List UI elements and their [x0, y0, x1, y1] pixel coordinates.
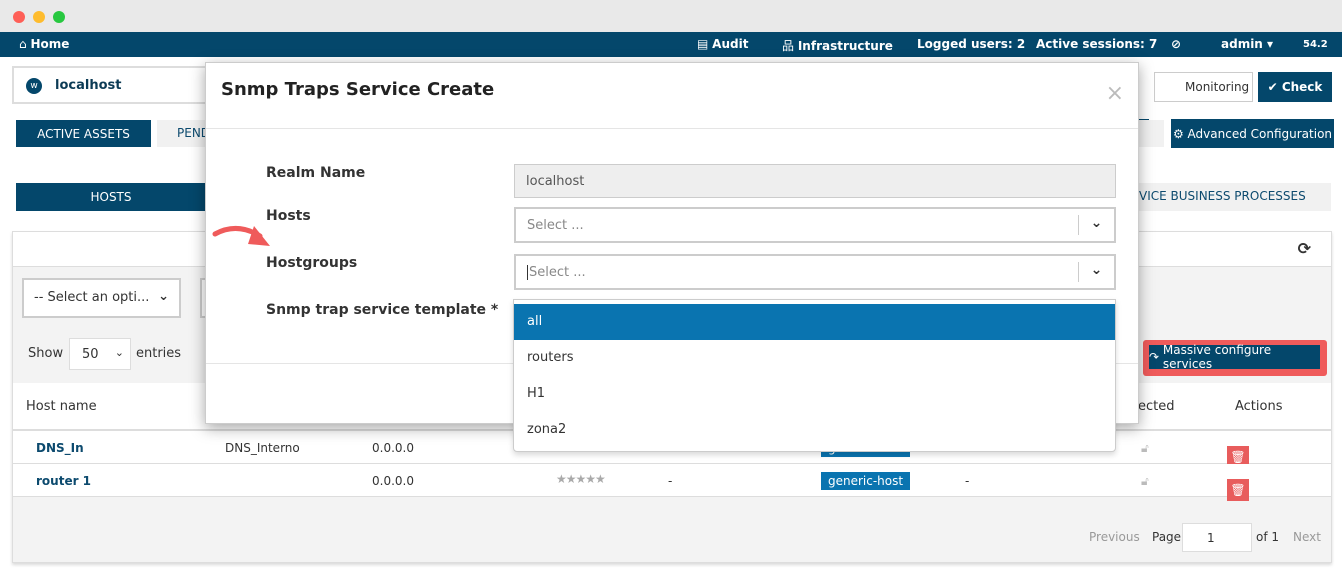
close-icon[interactable]: ×	[1106, 81, 1124, 106]
minimize-window-button[interactable]	[33, 11, 45, 23]
maximize-window-button[interactable]	[53, 11, 65, 23]
realm-name-label: Realm Name	[266, 165, 366, 181]
chevron-down-icon[interactable]: ⌄	[1078, 262, 1114, 282]
annotation-arrow-icon	[212, 226, 270, 246]
next-button[interactable]: Next	[1293, 530, 1321, 544]
infrastructure-link[interactable]: 品 Infrastructure	[782, 37, 893, 54]
subtab-business-processes[interactable]: VICE BUSINESS PROCESSES	[1139, 183, 1331, 211]
template-label: Snmp trap service template *	[266, 302, 499, 318]
col-host-name[interactable]: Host name	[26, 399, 97, 414]
host-address: 0.0.0.0	[372, 474, 414, 488]
advanced-configuration-button[interactable]: ⚙ Advanced Configuration	[1171, 119, 1334, 148]
logo-icon: w	[26, 78, 42, 94]
realm-name-input: localhost	[514, 164, 1116, 198]
hosts-select[interactable]: Select ... ⌄	[514, 207, 1116, 243]
host-address: 0.0.0.0	[372, 441, 414, 455]
home-link[interactable]: ⌂ Home	[19, 37, 69, 51]
col-protected[interactable]: ected	[1138, 399, 1175, 414]
stars-rating: ★★★★★	[556, 472, 606, 486]
option-zona2[interactable]: zona2	[514, 412, 1115, 448]
page-input[interactable]: 1	[1182, 523, 1252, 552]
window-titlebar	[0, 0, 1342, 32]
version: 54.2	[1303, 39, 1328, 50]
col-actions: Actions	[1235, 399, 1283, 414]
host-link[interactable]: router 1	[36, 474, 91, 488]
subtab-hosts[interactable]: HOSTS	[16, 183, 206, 211]
check-button[interactable]: ✔ Check	[1258, 72, 1332, 102]
previous-button[interactable]: Previous	[1089, 530, 1140, 544]
user-menu[interactable]: admin ▾	[1221, 37, 1273, 51]
audit-icon: ▤	[697, 37, 709, 51]
top-navbar: ⌂ Home ▤ Audit 品 Infrastructure Logged u…	[0, 32, 1342, 57]
entries-select[interactable]: 50 ⌄	[69, 338, 131, 370]
option-h1[interactable]: H1	[514, 376, 1115, 412]
hostgroups-dropdown: all routers H1 zona2	[513, 299, 1116, 452]
refresh-icon[interactable]: ⟳	[1298, 239, 1311, 258]
network-icon: 品	[782, 39, 795, 53]
page-label: Page	[1152, 530, 1182, 544]
option-routers[interactable]: routers	[514, 340, 1115, 376]
active-sessions: Active sessions: 7	[1036, 37, 1158, 51]
tab-bar-bg	[1139, 120, 1164, 147]
cell-dash: -	[668, 474, 673, 488]
cell-dash: -	[965, 474, 970, 488]
logged-users: Logged users: 2	[917, 37, 1026, 51]
audit-link[interactable]: ▤ Audit	[697, 37, 748, 51]
show-label: Show	[28, 346, 64, 361]
entries-label: entries	[136, 346, 182, 361]
option-all[interactable]: all	[514, 304, 1115, 340]
close-window-button[interactable]	[13, 11, 25, 23]
ban-icon[interactable]: ⊘	[1171, 37, 1181, 51]
monitoring-button[interactable]: Monitoring	[1154, 72, 1253, 102]
table-row: router 1 0.0.0.0 ★★★★★ - generic-host - …	[13, 464, 1331, 501]
page-total: of 1	[1256, 530, 1280, 544]
massive-configure-services-button[interactable]: ↷ Massive configure services	[1149, 343, 1320, 371]
filter-select[interactable]: -- Select an opti... ⌄	[22, 278, 181, 318]
realm-selector[interactable]: w localhost	[12, 66, 212, 104]
tab-active-assets[interactable]: ACTIVE ASSETS	[16, 120, 151, 147]
hostgroups-label: Hostgroups	[266, 255, 358, 271]
template-tag: generic-host	[821, 472, 911, 490]
host-alias: DNS_Interno	[225, 441, 300, 455]
chevron-down-icon[interactable]: ⌄	[1078, 215, 1114, 235]
trash-icon[interactable]: 🗑︎	[1227, 479, 1249, 501]
divider	[206, 128, 1138, 129]
host-link[interactable]: DNS_In	[36, 441, 84, 455]
unlock-icon: 🔓︎	[1141, 474, 1149, 488]
hostgroups-select[interactable]: Select ... ⌄	[514, 254, 1116, 290]
realm-name: localhost	[55, 78, 122, 93]
unlock-icon: 🔓︎	[1141, 441, 1149, 455]
modal-title: Snmp Traps Service Create	[221, 79, 495, 100]
